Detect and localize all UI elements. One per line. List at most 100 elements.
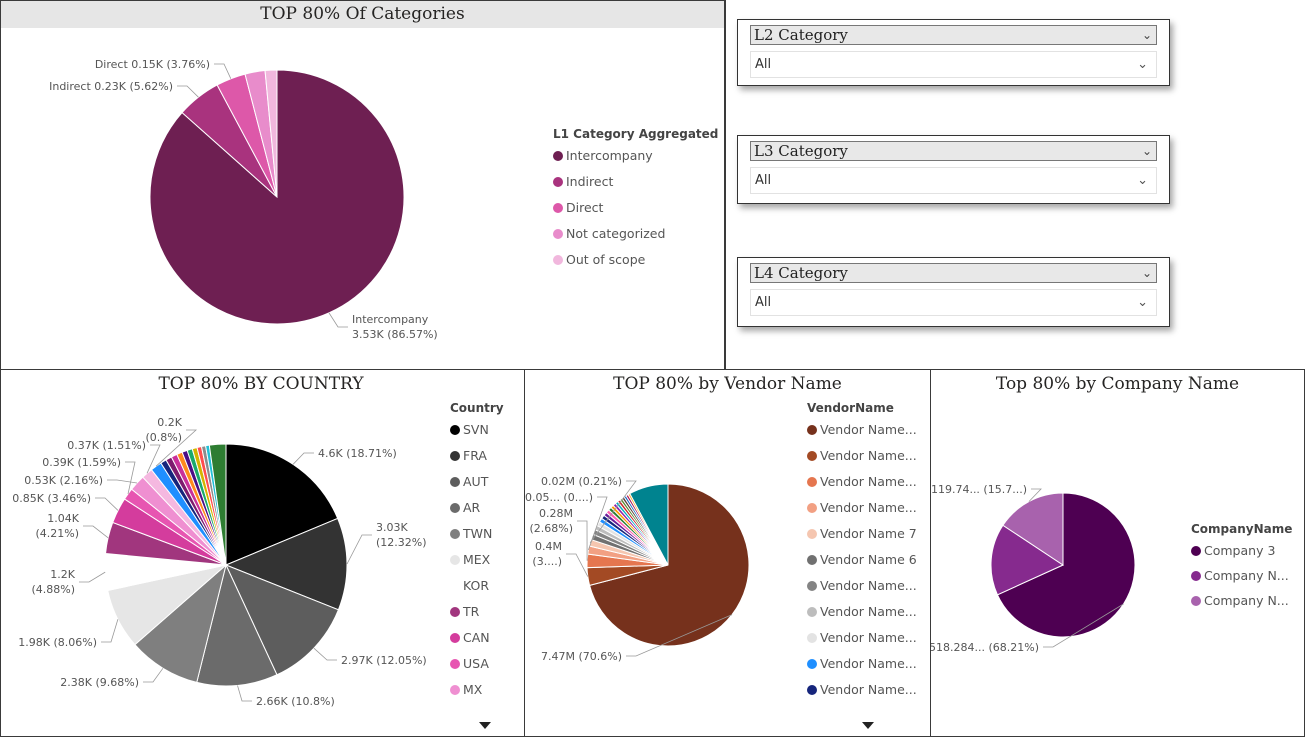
- country-label-10: 0.53K (2.16%): [24, 474, 103, 487]
- slicer-l3-dropdown[interactable]: All ⌄: [750, 167, 1157, 194]
- category-legend-not-categorized: Not categorized: [566, 226, 665, 241]
- category-legend-intercompany: Intercompany: [566, 148, 653, 163]
- company-pie-chart: 518.284... (68.21%) 119.74... (15.7...) Co…: [931, 483, 1292, 654]
- country-label-6: 1.2K: [50, 568, 75, 581]
- vendor-legend-marker-vendor-name: [807, 633, 817, 643]
- country-label-4-leader: [143, 668, 164, 683]
- category-legend-marker-intercompany: [553, 151, 563, 161]
- chevron-down-icon[interactable]: ⌄: [1142, 26, 1152, 44]
- company-panel: Top 80% by Company Name 518.284... (68.2…: [930, 369, 1305, 737]
- chevron-down-icon[interactable]: ⌄: [1142, 264, 1152, 282]
- vendor-legend-vendor-name: Vendor Name...: [820, 630, 917, 645]
- vendor-legend-vendor-name-6: Vendor Name 6: [820, 552, 917, 567]
- vendor-legend-marker-vendor-name: [807, 607, 817, 617]
- country-legend-marker-mex: [450, 555, 460, 565]
- slicer-l4-value: All: [755, 295, 772, 310]
- country-legend-marker-tr: [450, 607, 460, 617]
- company-legend-marker-company-n: [1191, 596, 1201, 606]
- vendor-label-3: 0.05... (0....): [525, 491, 593, 504]
- country-pie-chart: 4.6K (18.71%) 3.03K (12.32%) 2.97K (12.05%)…: [12, 401, 504, 708]
- country-label-12-line2: (0.8%): [145, 431, 182, 444]
- slicer-l3-title: L3 Category: [754, 142, 848, 160]
- slicer-l2-header[interactable]: L2 Category ⌄: [750, 25, 1157, 45]
- country-label-5-leader: [101, 619, 119, 643]
- chevron-down-icon[interactable]: ⌄: [1137, 168, 1148, 193]
- slicer-l3-header[interactable]: L3 Category ⌄: [750, 141, 1157, 161]
- country-legend-marker-aut: [450, 477, 460, 487]
- country-label-7-line2: (4.21%): [35, 527, 79, 540]
- slicer-l3-category[interactable]: L3 Category ⌄ All ⌄: [737, 135, 1170, 204]
- vendor-legend-vendor-name: Vendor Name...: [820, 474, 917, 489]
- vendor-label-4: 0.02M (0.21%): [541, 475, 622, 488]
- vendor-legend-marker-vendor-name: [807, 685, 817, 695]
- country-label-3: 2.66K (10.8%): [256, 695, 335, 708]
- category-legend-marker-direct: [553, 203, 563, 213]
- country-label-1-leader: [346, 534, 372, 565]
- vendor-pie-chart: 7.47M (70.6%) 0.4M (3....) 0.28M (2.68%) 0.05…: [525, 401, 917, 697]
- vendor-legend-vendor-name: Vendor Name...: [820, 500, 917, 515]
- country-label-1: 3.03K: [376, 521, 408, 534]
- slicer-l2-dropdown[interactable]: All ⌄: [750, 51, 1157, 78]
- slicer-l4-header[interactable]: L4 Category ⌄: [750, 263, 1157, 283]
- chevron-down-icon[interactable]: ⌄: [1137, 290, 1148, 315]
- country-legend-tr: TR: [462, 604, 480, 619]
- country-legend-aut: AUT: [463, 474, 489, 489]
- vendor-label-2-line2: (2.68%): [529, 522, 573, 535]
- company-legend-marker-company-n: [1191, 571, 1201, 581]
- label-intercompany: Intercompany: [352, 313, 429, 326]
- country-label-9: 0.39K (1.59%): [42, 456, 121, 469]
- vendor-legend-vendor-name: Vendor Name...: [820, 682, 917, 697]
- company-legend-company-3: Company 3: [1204, 543, 1275, 558]
- vendor-legend-marker-vendor-name: [807, 477, 817, 487]
- country-label-2-leader: [313, 647, 337, 661]
- vendor-label-1-leader: [566, 553, 589, 577]
- country-label-0-leader: [292, 452, 314, 465]
- category-legend-marker-indirect: [553, 177, 563, 187]
- category-legend-marker-not-categorized: [553, 229, 563, 239]
- vendor-legend-marker-vendor-name: [807, 581, 817, 591]
- slicer-l3-value: All: [755, 173, 772, 188]
- country-legend-mex: MEX: [463, 552, 491, 567]
- country-legend-ar: AR: [463, 500, 481, 515]
- vendor-label-0: 7.47M (70.6%): [541, 650, 622, 663]
- legend-more-arrow-icon[interactable]: [862, 722, 874, 729]
- country-legend-marker-kor: [450, 581, 460, 591]
- vendor-legend-marker-vendor-name: [807, 659, 817, 669]
- vendor-legend-vendor-name: Vendor Name...: [820, 422, 917, 437]
- label-indirect: Indirect 0.23K (5.62%): [49, 80, 173, 93]
- country-label-0: 4.6K (18.71%): [318, 447, 397, 460]
- legend-more-arrow-icon[interactable]: [479, 722, 491, 729]
- slicer-l2-title: L2 Category: [754, 26, 848, 44]
- vendor-legend-vendor-name: Vendor Name...: [820, 448, 917, 463]
- categories-panel: TOP 80% Of Categories Intercompany 3.53K …: [0, 0, 726, 370]
- country-label-11: 0.37K (1.51%): [67, 439, 146, 452]
- label-intercompany-leader: [328, 312, 348, 328]
- vendor-label-2-leader: [577, 520, 588, 561]
- slicer-l4-category[interactable]: L4 Category ⌄ All ⌄: [737, 257, 1170, 327]
- country-legend-marker-twn: [450, 529, 460, 539]
- vendor-legend-vendor-name: Vendor Name...: [820, 578, 917, 593]
- country-legend-title: Country: [450, 401, 504, 415]
- slicer-l2-category[interactable]: L2 Category ⌄ All ⌄: [737, 19, 1170, 86]
- country-legend-marker-ar: [450, 503, 460, 513]
- chevron-down-icon[interactable]: ⌄: [1137, 52, 1148, 77]
- country-legend-marker-usa: [450, 659, 460, 669]
- vendor-legend-vendor-name-7: Vendor Name 7: [820, 526, 917, 541]
- country-legend-marker-svn: [450, 425, 460, 435]
- categories-pie-chart: Intercompany 3.53K (86.57%) Indirect 0.23K…: [49, 58, 718, 341]
- country-legend-svn: SVN: [463, 422, 489, 437]
- country-label-6-line2: (4.88%): [31, 583, 75, 596]
- country-legend-twn: TWN: [462, 526, 492, 541]
- slicer-l2-value: All: [755, 57, 772, 72]
- vendor-label-2: 0.28M: [539, 507, 573, 520]
- country-label-7: 1.04K: [47, 512, 79, 525]
- vendor-legend-marker-vendor-name: [807, 425, 817, 435]
- country-legend-usa: USA: [463, 656, 489, 671]
- vendor-panel: TOP 80% by Vendor Name 7.47M (70.6%) 0.4M…: [524, 369, 931, 737]
- company-legend-title: CompanyName: [1191, 522, 1292, 536]
- country-label-12: 0.2K: [157, 416, 182, 429]
- category-legend-marker-out-of-scope: [553, 255, 563, 265]
- country-label-2: 2.97K (12.05%): [341, 654, 427, 667]
- chevron-down-icon[interactable]: ⌄: [1142, 142, 1152, 160]
- slicer-l4-dropdown[interactable]: All ⌄: [750, 289, 1157, 316]
